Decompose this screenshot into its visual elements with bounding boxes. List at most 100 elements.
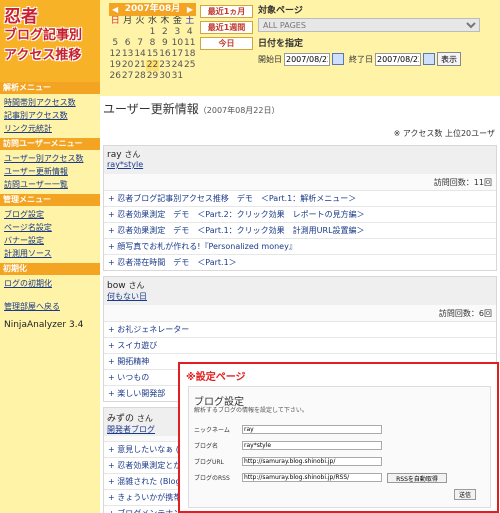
sidebar-section-title: 解析メニュー — [0, 82, 100, 94]
calendar-day[interactable]: 29 — [146, 71, 158, 82]
calendar-day[interactable]: 18 — [184, 49, 196, 60]
next-month-button[interactable]: ▶ — [187, 3, 193, 16]
calendar-day[interactable]: 10 — [171, 38, 183, 49]
calendar-day[interactable]: 14 — [134, 49, 146, 60]
entry-link[interactable]: + 忍者効果測定 デモ ＜Part.2：クリック効果 レポートの見方編＞ — [104, 206, 496, 222]
today-button[interactable]: 今日 — [200, 37, 253, 50]
calendar-day[interactable]: 9 — [159, 38, 171, 49]
start-calendar-icon[interactable] — [332, 53, 344, 65]
calendar-day[interactable]: 5 — [109, 38, 121, 49]
calendar-day[interactable]: 1 — [146, 27, 158, 38]
calendar-day[interactable]: 15 — [146, 49, 158, 60]
filter-panel: 対象ページ ALL PAGES 日付を指定 開始日 終了日 表示 — [258, 3, 488, 66]
weekday-label: 土 — [185, 16, 195, 26]
calendar-day[interactable]: 8 — [146, 38, 158, 49]
target-page-select[interactable]: ALL PAGES — [258, 18, 480, 32]
weekday-label: 日 — [110, 16, 120, 26]
nickname-row: ニックネーム — [194, 425, 382, 434]
calendar-grid: 日月火水木金土 1 2 3 4 5 6 7 8 9 10 11 12 13 14 15 16 17 18 19 20 21… — [109, 16, 196, 82]
weekday-label: 月 — [123, 16, 133, 26]
sidebar-item-article-access[interactable]: 記事別アクセス数 — [4, 111, 68, 120]
calendar-day[interactable]: 22 — [146, 60, 159, 71]
sidebar-item-blog-settings[interactable]: ブログ設定 — [4, 210, 44, 219]
back-to-admin-link[interactable]: 管理部屋へ戻る — [4, 302, 60, 311]
sidebar-item-hourly-access[interactable]: 時間帯別アクセス数 — [4, 98, 76, 107]
show-button[interactable]: 表示 — [437, 52, 461, 66]
calendar-day[interactable]: 25 — [184, 60, 196, 71]
calendar-day[interactable]: 16 — [159, 49, 171, 60]
calendar-day[interactable]: 7 — [134, 38, 146, 49]
blog-name-input[interactable] — [242, 441, 382, 450]
calendar-day[interactable]: 26 — [109, 71, 121, 82]
end-date-label: 終了日 — [349, 54, 373, 64]
calendar-empty-cell — [134, 27, 146, 38]
calendar-day[interactable]: 23 — [159, 60, 171, 71]
end-date-input[interactable] — [375, 52, 421, 66]
end-calendar-icon[interactable] — [423, 53, 435, 65]
last-month-button[interactable]: 最近1ヵ月 — [200, 5, 253, 18]
visit-count: 訪問回数：11回 — [104, 174, 496, 190]
calendar-month-label: 2007年08月 — [124, 4, 181, 14]
entry-link[interactable]: + 忍者ブログ記事別アクセス推移 デモ ＜Part.1：解析メニュー＞ — [104, 190, 496, 206]
sidebar-item-visitor-list[interactable]: 訪問ユーザー一覧 — [4, 180, 68, 189]
sidebar-item-banner-settings[interactable]: バナー設定 — [4, 236, 44, 245]
calendar-day[interactable]: 27 — [121, 71, 133, 82]
user-blog-link[interactable]: 開発者ブログ — [107, 425, 155, 434]
sidebar-item-user-updates[interactable]: ユーザー更新情報 — [4, 167, 68, 176]
entry-link[interactable]: + スイカ遊び — [104, 337, 496, 353]
sidebar-item-referrer-stats[interactable]: リンク元統計 — [4, 124, 52, 133]
calendar-day[interactable]: 21 — [134, 60, 146, 71]
sidebar-item-tracking-source[interactable]: 計測用ソース — [4, 249, 52, 258]
visit-count: 訪問回数：6回 — [104, 305, 496, 321]
calendar-day[interactable]: 20 — [121, 60, 133, 71]
last-week-button[interactable]: 最近1週間 — [200, 21, 253, 34]
user-blog-link[interactable]: 何もない日 — [107, 292, 147, 301]
date-range: 開始日 終了日 表示 — [258, 52, 488, 66]
date-filter-label: 日付を指定 — [258, 39, 304, 49]
blog-rss-input[interactable] — [242, 473, 382, 482]
calendar-day[interactable]: 6 — [121, 38, 133, 49]
calendar-day[interactable]: 11 — [184, 38, 196, 49]
settings-page-callout: ※設定ページ ブログ設定 解析するブログの情報を設定して下さい。 ニックネーム … — [178, 362, 499, 513]
entry-link[interactable]: + 顔写真でお札が作れる!『Personalized money』 — [104, 238, 496, 254]
calendar-day[interactable]: 30 — [159, 71, 171, 82]
calendar-header: ◀ 2007年08月 ▶ — [109, 3, 196, 16]
entry-link[interactable]: + お礼ジェネレーター — [104, 321, 496, 337]
weekday-label: 金 — [172, 16, 182, 26]
page-title-date: （2007年08月22日） — [198, 106, 280, 115]
calendar-day[interactable]: 2 — [159, 27, 171, 38]
calendar-day[interactable]: 24 — [171, 60, 183, 71]
rss-auto-fetch-button[interactable]: RSSを自動取得 — [387, 473, 447, 483]
calendar-day[interactable]: 19 — [109, 60, 121, 71]
prev-month-button[interactable]: ◀ — [112, 3, 118, 16]
user-name: みずの — [107, 414, 135, 424]
version-label: NinjaAnalyzer 3.4 — [4, 320, 84, 330]
calendar-empty-cell — [184, 71, 196, 82]
calendar-day[interactable]: 4 — [184, 27, 196, 38]
sidebar-item-page-name-settings[interactable]: ページ名設定 — [4, 223, 52, 232]
ranking-note: ※ アクセス数 上位20ユーザ — [393, 129, 495, 138]
weekday-label: 木 — [160, 16, 170, 26]
sidebar-item-user-access[interactable]: ユーザー別アクセス数 — [4, 154, 83, 163]
entry-link[interactable]: + 忍者効果測定 デモ ＜Part.1：クリック効果 計測用URL設置編＞ — [104, 222, 496, 238]
blog-url-input[interactable] — [242, 457, 382, 466]
calendar-day[interactable]: 28 — [134, 71, 146, 82]
user-blog-link[interactable]: ray*style — [107, 160, 143, 169]
app-logo[interactable]: 忍者 ブログ記事別 アクセス推移 — [0, 0, 100, 82]
nickname-label: ニックネーム — [194, 427, 230, 434]
sidebar-section-title: 訪問ユーザーメニュー — [0, 138, 100, 150]
submit-button[interactable]: 送信 — [454, 489, 476, 500]
page-title: ユーザー更新情報（2007年08月22日） — [103, 102, 280, 116]
logo-line-3: アクセス推移 — [4, 48, 82, 63]
calendar-day[interactable]: 3 — [171, 27, 183, 38]
quick-range-links: 最近1ヵ月 最近1週間 今日 — [200, 5, 253, 53]
calendar-day[interactable]: 13 — [121, 49, 133, 60]
start-date-label: 開始日 — [258, 54, 282, 64]
nickname-input[interactable] — [242, 425, 382, 434]
sidebar-item-reset-log[interactable]: ログの初期化 — [4, 279, 52, 288]
calendar-day[interactable]: 17 — [171, 49, 183, 60]
entry-link[interactable]: + 忍者滞在時間 デモ ＜Part.1＞ — [104, 254, 496, 270]
start-date-input[interactable] — [284, 52, 330, 66]
calendar-day[interactable]: 31 — [171, 71, 183, 82]
calendar-day[interactable]: 12 — [109, 49, 121, 60]
